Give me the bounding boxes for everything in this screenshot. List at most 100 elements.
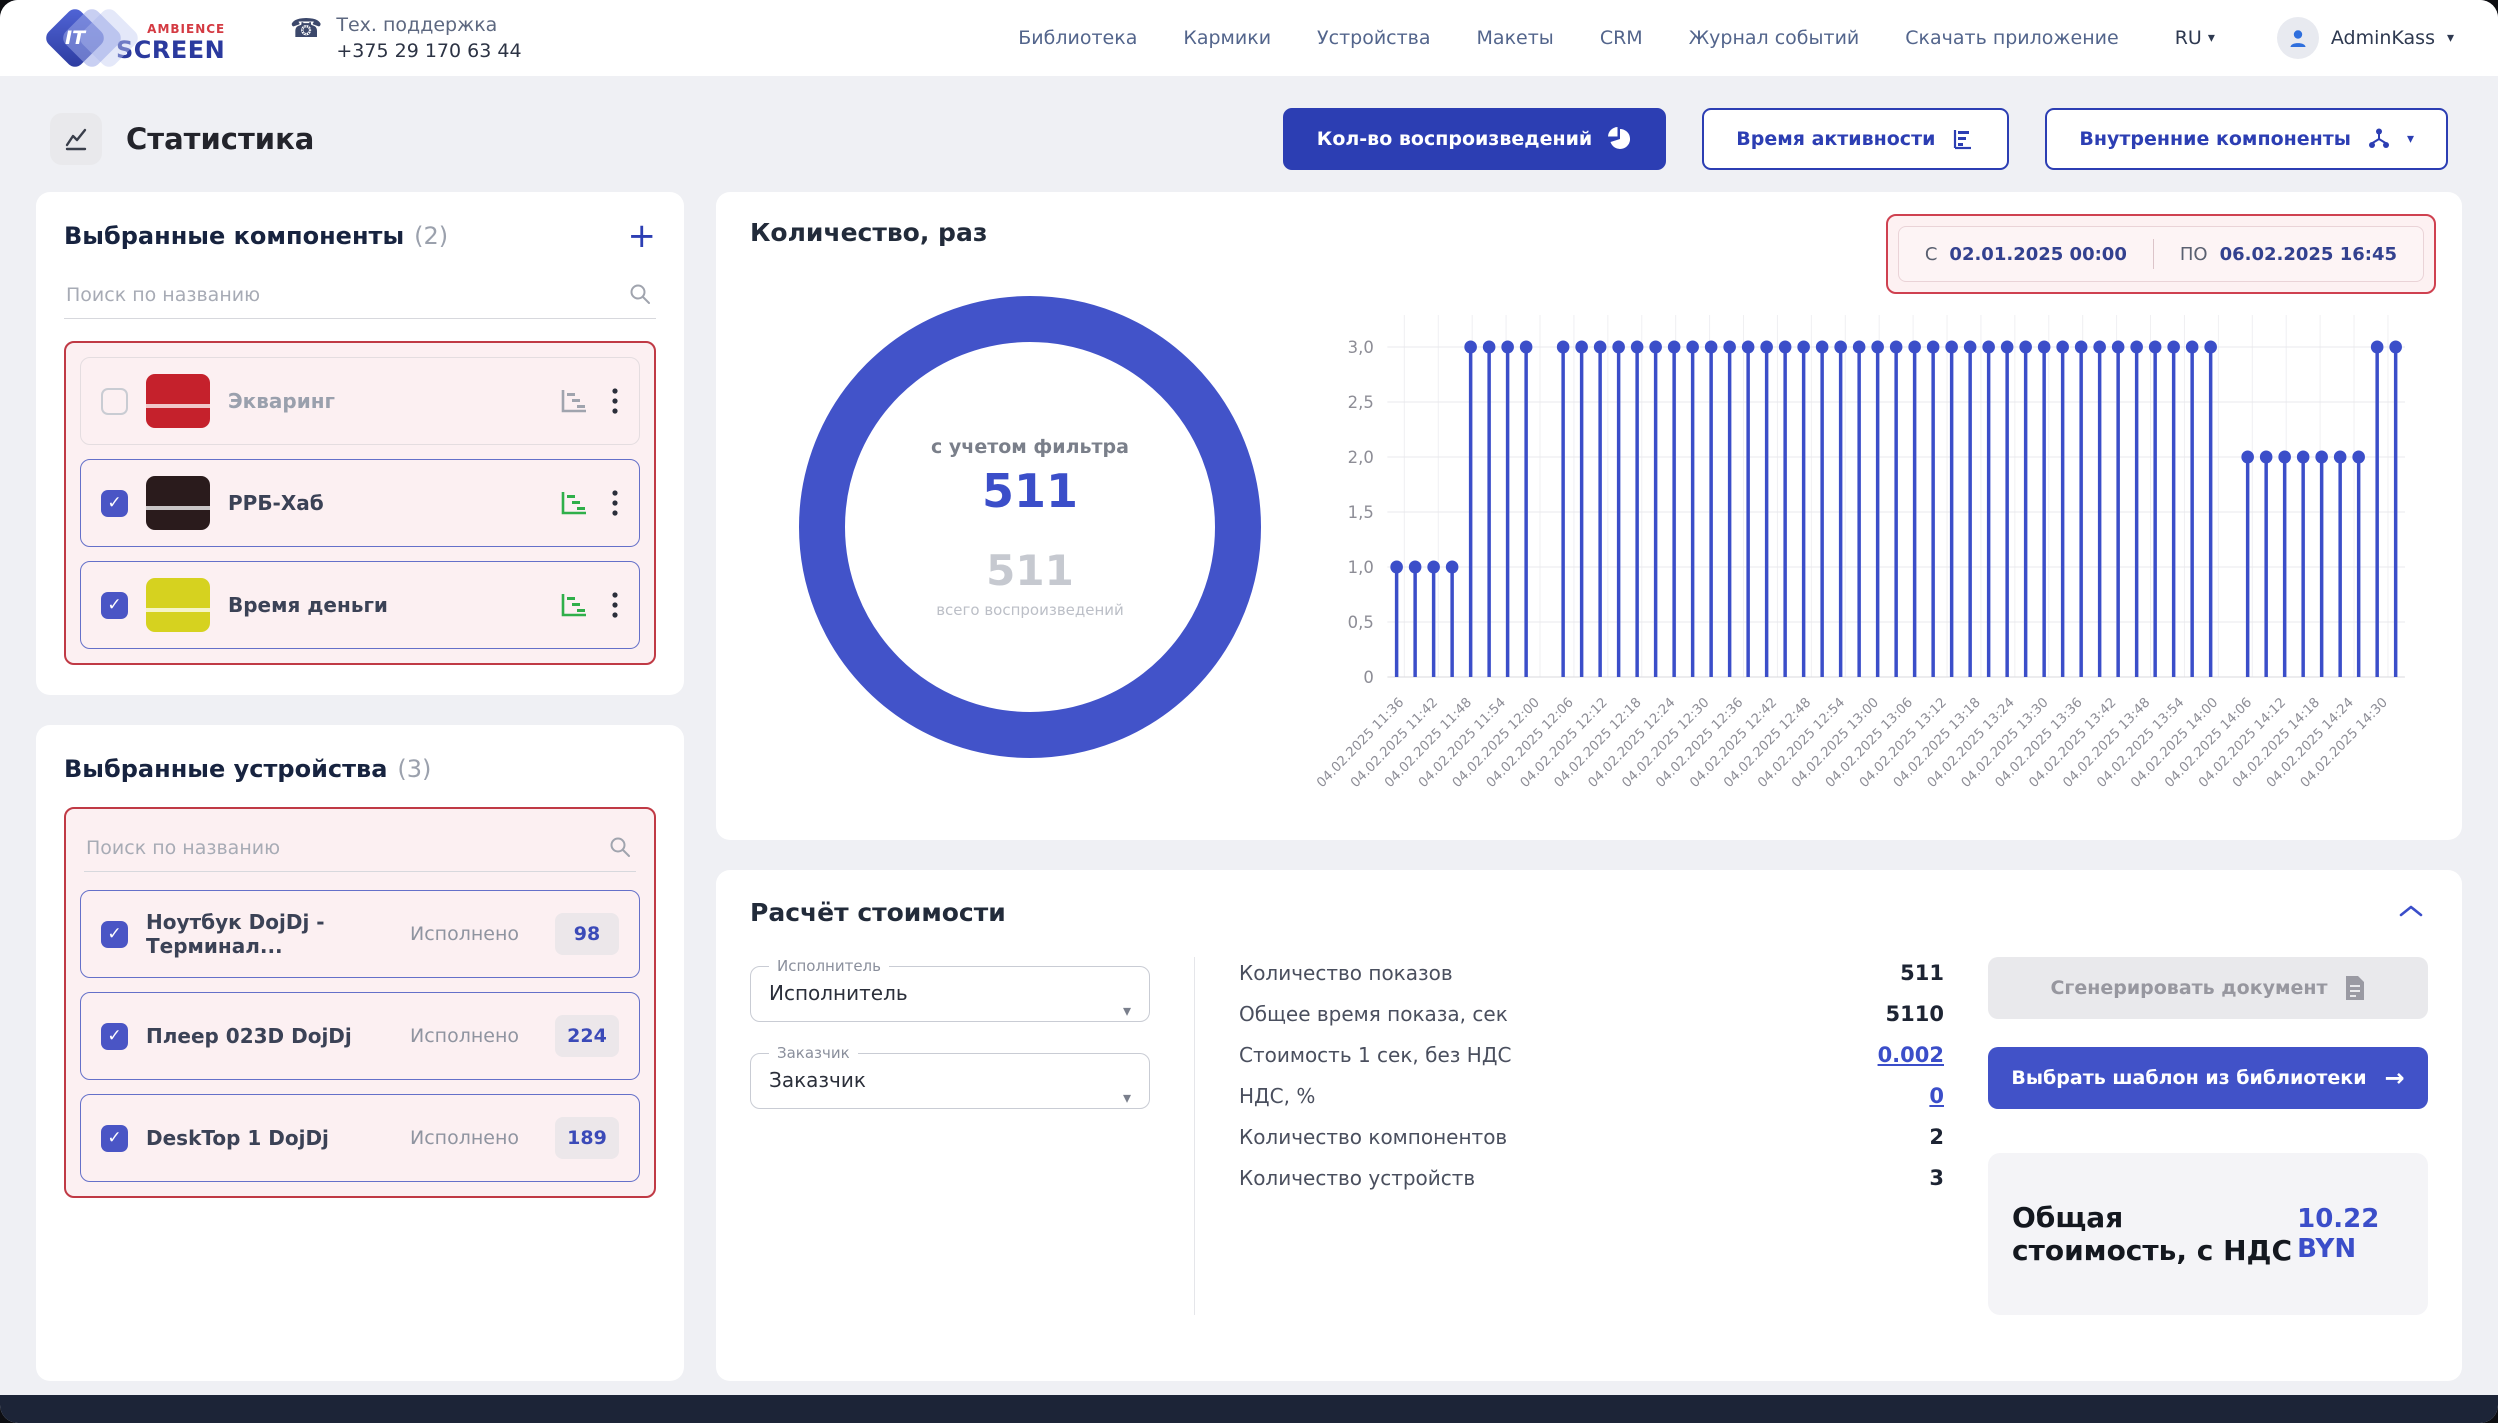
stem-chart: 00,51,01,52,02,53,004.02.2025 11:3604.02… bbox=[1310, 257, 2432, 817]
more-vertical-icon[interactable] bbox=[611, 386, 619, 416]
stat-value: 3 bbox=[1929, 1166, 1944, 1190]
executed-label: Исполнено bbox=[410, 1025, 519, 1047]
more-vertical-icon[interactable] bbox=[611, 590, 619, 620]
checkbox-checked[interactable]: ✓ bbox=[101, 592, 128, 619]
cost-calculation-card: Расчёт стоимости Исполнитель Исполнитель… bbox=[716, 870, 2462, 1381]
stat-row: НДС, % 0 bbox=[1239, 1084, 1944, 1108]
donut-chart: с учетом фильтра 511 511 всего воспроизв… bbox=[750, 257, 1310, 797]
title-row: Статистика Кол-во воспроизведений Время … bbox=[36, 94, 2462, 192]
donut-total-label: всего воспроизведений bbox=[936, 601, 1124, 619]
app-window: IT AMBIENCE SCREEN ☎ Тех. поддержка +375… bbox=[0, 0, 2498, 1423]
language-selector[interactable]: RU ▾ bbox=[2175, 27, 2215, 49]
schedule-chart-icon[interactable] bbox=[559, 388, 589, 414]
user-menu[interactable]: AdminKass ▾ bbox=[2277, 17, 2454, 59]
components-count: (2) bbox=[414, 222, 448, 250]
schedule-chart-icon[interactable] bbox=[559, 490, 589, 516]
search-icon bbox=[628, 282, 652, 310]
stat-value: 2 bbox=[1929, 1125, 1944, 1149]
playbacks-count-button[interactable]: Кол-во воспроизведений bbox=[1283, 108, 1666, 170]
chevron-down-icon: ▾ bbox=[1123, 1001, 1131, 1020]
selected-components-panel: Выбранные компоненты (2) + bbox=[36, 192, 684, 695]
playbacks-count-label: Кол-во воспроизведений bbox=[1317, 128, 1592, 150]
total-cost-label: Общая стоимость, с НДС bbox=[2012, 1201, 2297, 1267]
date-range-badge[interactable]: С 02.01.2025 00:00 ПО 06.02.2025 16:45 bbox=[1886, 214, 2436, 294]
date-to[interactable]: ПО 06.02.2025 16:45 bbox=[2180, 244, 2397, 265]
executor-select-value: Исполнитель bbox=[769, 981, 908, 1005]
nav-library[interactable]: Библиотека bbox=[1018, 27, 1137, 49]
devices-panel-title: Выбранные устройства bbox=[64, 755, 387, 783]
executed-count-badge: 189 bbox=[555, 1117, 619, 1159]
components-search-input[interactable] bbox=[64, 274, 656, 319]
choose-template-label: Выбрать шаблон из библиотеки bbox=[2011, 1067, 2366, 1089]
components-selection-group: Экваринг bbox=[64, 341, 656, 665]
playback-count-card: Количество, раз С 02.01.2025 00:00 ПО 06… bbox=[716, 192, 2462, 840]
support-phone[interactable]: +375 29 170 63 44 bbox=[336, 40, 521, 62]
logo[interactable]: IT AMBIENCE SCREEN bbox=[44, 12, 234, 64]
stat-row: Количество устройств 3 bbox=[1239, 1166, 1944, 1190]
activity-time-button[interactable]: Время активности bbox=[1702, 108, 2009, 170]
component-thumbnail bbox=[146, 374, 210, 428]
checkbox-checked[interactable]: ✓ bbox=[101, 921, 128, 948]
person-icon bbox=[2287, 27, 2309, 49]
donut-total-value: 511 bbox=[986, 546, 1074, 595]
choose-template-button[interactable]: Выбрать шаблон из библиотеки → bbox=[1988, 1047, 2428, 1109]
checkbox-checked[interactable]: ✓ bbox=[101, 1125, 128, 1152]
component-row-vremya-dengi[interactable]: ✓ Время деньги bbox=[80, 561, 640, 649]
devices-search bbox=[84, 827, 636, 872]
stat-label: Количество компонентов bbox=[1239, 1125, 1507, 1149]
svg-text:2,5: 2,5 bbox=[1348, 392, 1374, 412]
devices-selection-group: ✓ Ноутбук DojDj - Терминал... Исполнено … bbox=[64, 807, 656, 1198]
component-name: Время деньги bbox=[228, 593, 388, 617]
date-from-value: 02.01.2025 00:00 bbox=[1949, 244, 2126, 265]
internal-components-label: Внутренние компоненты bbox=[2079, 128, 2351, 150]
executor-select[interactable]: Исполнитель Исполнитель ▾ bbox=[750, 957, 1150, 1022]
date-from[interactable]: С 02.01.2025 00:00 bbox=[1925, 244, 2127, 265]
chevron-down-icon: ▾ bbox=[2208, 30, 2215, 46]
device-row-noutbuk[interactable]: ✓ Ноутбук DojDj - Терминал... Исполнено … bbox=[80, 890, 640, 978]
view-switch: Кол-во воспроизведений Время активности bbox=[1283, 108, 2448, 170]
divider bbox=[1194, 957, 1195, 1315]
nav-download-app[interactable]: Скачать приложение bbox=[1905, 27, 2118, 49]
device-row-desktop[interactable]: ✓ DeskTop 1 DojDj Исполнено 189 bbox=[80, 1094, 640, 1182]
component-thumbnail bbox=[146, 476, 210, 530]
checkbox-checked[interactable]: ✓ bbox=[101, 490, 128, 517]
executor-select-label: Исполнитель bbox=[769, 957, 889, 975]
chevron-down-icon: ▾ bbox=[2407, 131, 2414, 147]
nav-events-log[interactable]: Журнал событий bbox=[1689, 27, 1860, 49]
footer-bar bbox=[0, 1395, 2498, 1423]
generate-document-button[interactable]: Сгенерировать документ bbox=[1988, 957, 2428, 1019]
collapse-chevron-up-icon[interactable] bbox=[2398, 903, 2424, 923]
nav-devices[interactable]: Устройства bbox=[1317, 27, 1430, 49]
phone-icon: ☎ bbox=[290, 14, 322, 44]
stat-value-link[interactable]: 0 bbox=[1929, 1084, 1944, 1108]
device-name: Плеер 023D DojDj bbox=[146, 1024, 352, 1048]
date-to-value: 06.02.2025 16:45 bbox=[2220, 244, 2397, 265]
devices-search-input[interactable] bbox=[84, 827, 636, 872]
checkbox-unchecked[interactable] bbox=[101, 388, 128, 415]
add-component-button[interactable]: + bbox=[628, 222, 657, 250]
internal-components-button[interactable]: Внутренние компоненты ▾ bbox=[2045, 108, 2448, 170]
divider bbox=[2153, 239, 2154, 269]
component-row-rrb-hub[interactable]: ✓ РРБ-Хаб bbox=[80, 459, 640, 547]
svg-text:2,0: 2,0 bbox=[1348, 447, 1374, 467]
page-title: Статистика bbox=[126, 122, 314, 156]
language-value: RU bbox=[2175, 27, 2202, 49]
nav-karmiki[interactable]: Кармики bbox=[1183, 27, 1271, 49]
customer-select-label: Заказчик bbox=[769, 1044, 858, 1062]
stat-row: Количество показов 511 bbox=[1239, 961, 1944, 985]
customer-select[interactable]: Заказчик Заказчик ▾ bbox=[750, 1044, 1150, 1109]
nav-layouts[interactable]: Макеты bbox=[1477, 27, 1554, 49]
svg-text:0,5: 0,5 bbox=[1348, 612, 1374, 632]
checkbox-checked[interactable]: ✓ bbox=[101, 1023, 128, 1050]
generate-document-label: Сгенерировать документ bbox=[2050, 977, 2327, 999]
stat-value-link[interactable]: 0.002 bbox=[1878, 1043, 1944, 1067]
component-thumbnail bbox=[146, 578, 210, 632]
selected-devices-panel: Выбранные устройства (3) ✓ Ноутбук Do bbox=[36, 725, 684, 1381]
logo-it-text: IT bbox=[65, 27, 85, 49]
total-cost-panel: Общая стоимость, с НДС 10.22 BYN bbox=[1988, 1153, 2428, 1315]
more-vertical-icon[interactable] bbox=[611, 488, 619, 518]
schedule-chart-icon[interactable] bbox=[559, 592, 589, 618]
device-row-pleer[interactable]: ✓ Плеер 023D DojDj Исполнено 224 bbox=[80, 992, 640, 1080]
nav-crm[interactable]: CRM bbox=[1600, 27, 1643, 49]
component-row-ekvaring[interactable]: Экваринг bbox=[80, 357, 640, 445]
